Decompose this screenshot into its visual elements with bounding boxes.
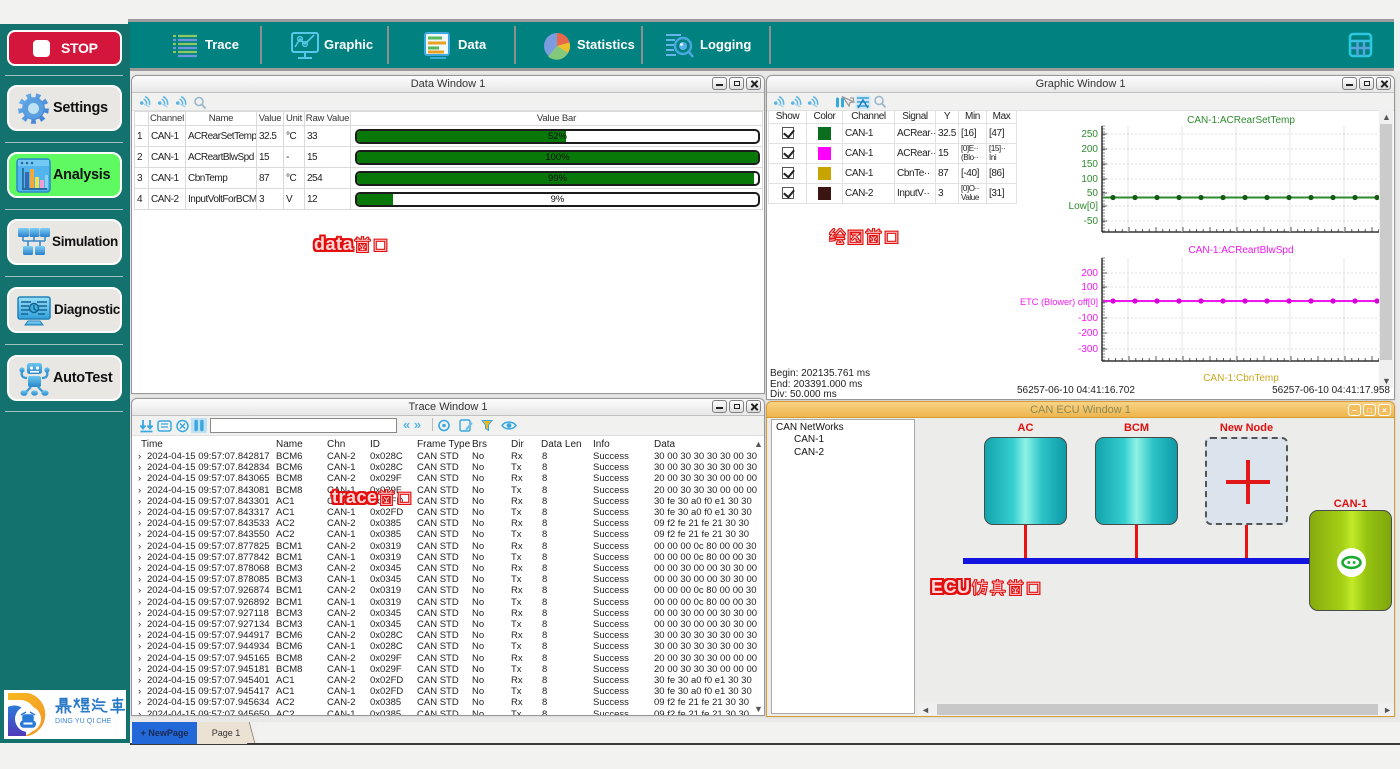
svg-text:50: 50 [1087,188,1099,199]
svg-text:CAN-1:ACReartBlwSpd: CAN-1:ACReartBlwSpd [1188,245,1293,256]
svg-text:-100: -100 [1078,313,1098,324]
svg-text:Low[0]: Low[0] [1069,201,1099,212]
svg-text:-50: -50 [1084,216,1099,227]
svg-text:200: 200 [1081,144,1098,155]
svg-text:-300: -300 [1078,344,1098,355]
svg-text:250: 250 [1081,129,1098,140]
svg-text:-200: -200 [1078,328,1098,339]
svg-text:200: 200 [1081,268,1098,279]
svg-text:100: 100 [1081,282,1098,293]
svg-text:ETC (Blower) off[0]: ETC (Blower) off[0] [1020,297,1098,307]
svg-text:100: 100 [1081,174,1098,185]
svg-text:CAN-1:CbnTemp: CAN-1:CbnTemp [1203,373,1279,384]
svg-text:CAN-1:ACRearSetTemp: CAN-1:ACRearSetTemp [1187,115,1295,126]
svg-text:150: 150 [1081,159,1098,170]
